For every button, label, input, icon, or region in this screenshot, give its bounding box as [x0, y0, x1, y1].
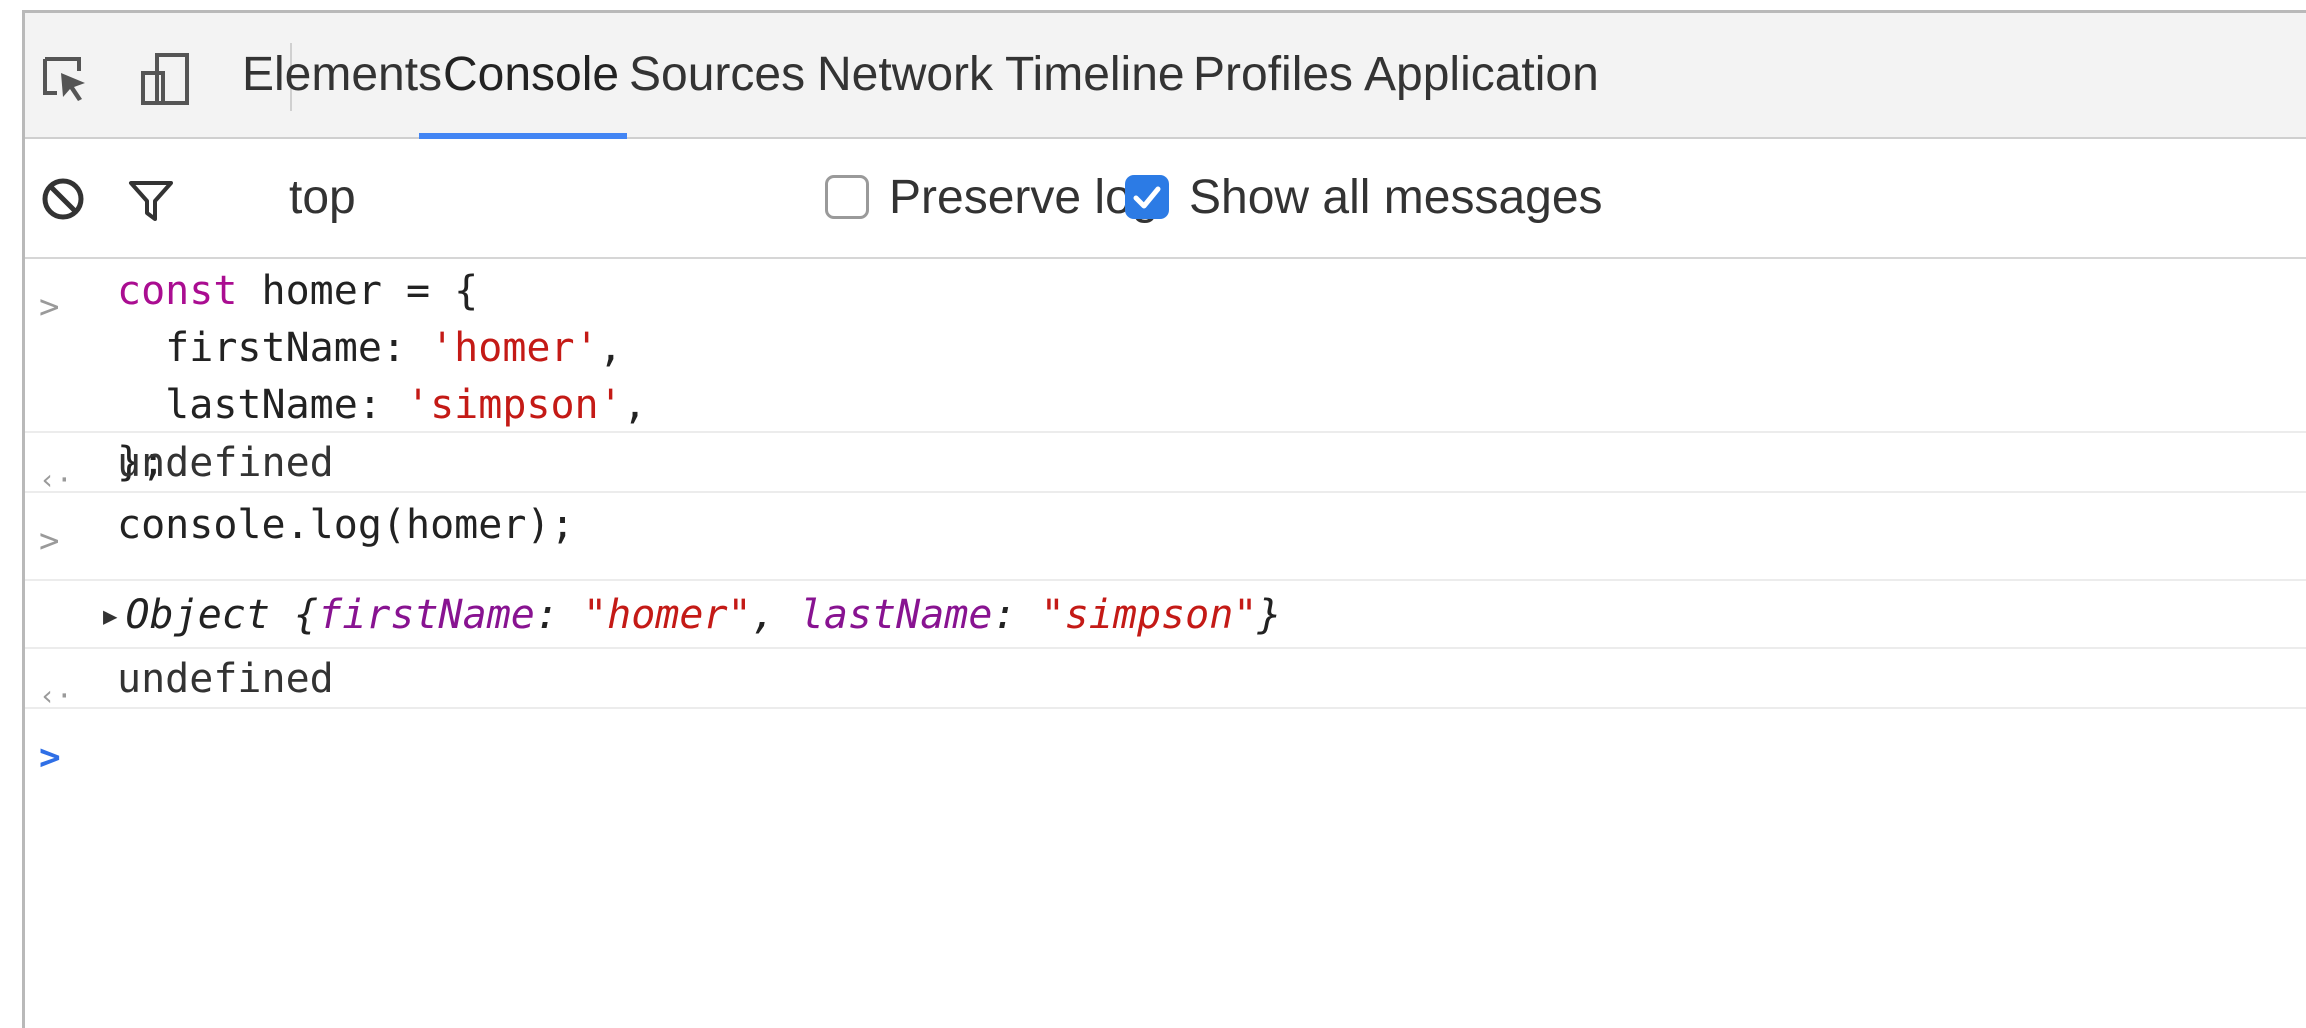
code-token: homer = {: [237, 268, 479, 314]
object-token: }: [1257, 592, 1282, 638]
log-output[interactable]: ▶ Object {firstName: "homer", lastName: "…: [103, 587, 1281, 645]
code-line: const homer = {: [117, 263, 647, 320]
show-all-messages-label[interactable]: Show all messages: [1189, 139, 1603, 257]
object-token: firstName: [318, 592, 535, 638]
tab-network[interactable]: Network: [817, 13, 993, 137]
input-code[interactable]: console.log(homer);: [117, 497, 575, 554]
preserve-log-checkbox[interactable]: [825, 175, 869, 219]
code-token: 'simpson': [405, 382, 623, 428]
console-result-row: ‹· undefined: [25, 647, 2306, 712]
active-prompt-icon: >: [39, 737, 61, 778]
result-text: undefined: [117, 656, 334, 702]
input-prompt-icon: >: [39, 521, 60, 561]
object-type-label: Object: [125, 592, 270, 638]
device-toolbar-icon[interactable]: [135, 49, 195, 109]
code-token: lastName:: [117, 382, 406, 428]
console-input-field[interactable]: [117, 729, 2286, 786]
preserve-log-label[interactable]: Preserve log: [889, 139, 1158, 257]
code-line: console.log(homer);: [117, 497, 575, 554]
tab-elements[interactable]: Elements: [242, 13, 442, 137]
clear-console-icon[interactable]: [33, 169, 93, 229]
code-token: 'homer': [430, 325, 599, 371]
show-all-messages-checkbox[interactable]: [1125, 175, 1169, 219]
input-prompt-icon: >: [39, 287, 60, 327]
result-value[interactable]: undefined: [117, 651, 334, 708]
result-value[interactable]: undefined: [117, 435, 334, 492]
code-token: firstName:: [117, 325, 431, 371]
object-preview: Object {firstName: "homer", lastName: "s…: [125, 592, 1281, 638]
object-token: "homer": [583, 592, 752, 638]
console-input-row: > const homer = { firstName: 'homer', las…: [25, 259, 2306, 485]
code-token: ,: [622, 382, 647, 428]
execution-context-select[interactable]: top: [289, 139, 356, 257]
result-arrow-icon: ‹·: [39, 679, 73, 712]
expand-triangle-icon[interactable]: ▶: [103, 602, 117, 630]
tab-application[interactable]: Application: [1364, 13, 1599, 137]
code-token: const: [117, 268, 238, 314]
inspect-element-icon[interactable]: [35, 49, 95, 109]
object-token: :: [992, 592, 1041, 638]
console-result-row: ‹· undefined: [25, 431, 2306, 496]
console-input-row: > console.log(homer);: [25, 493, 2306, 581]
object-token: {: [269, 592, 319, 638]
console-toolbar: top ▼ Preserve log Show all messages: [25, 139, 2306, 259]
devtools-window: Elements Console Sources Network Timeline Pro…: [22, 10, 2306, 1028]
object-token: :: [534, 592, 584, 638]
object-token: "simpson": [1040, 592, 1258, 638]
tab-console[interactable]: Console: [443, 13, 619, 137]
object-token: ,: [751, 592, 800, 638]
tab-timeline[interactable]: Timeline: [1005, 13, 1185, 137]
result-text: undefined: [117, 440, 334, 486]
console-log-row: ▶ Object {firstName: "homer", lastName: "…: [25, 579, 2306, 649]
code-token: console.log(homer);: [117, 502, 575, 548]
devtools-tab-bar: Elements Console Sources Network Timeline Pro…: [25, 13, 2306, 139]
console-output: > const homer = { firstName: 'homer', las…: [25, 259, 2306, 1028]
object-token: lastName: [799, 592, 993, 638]
filter-icon[interactable]: [121, 169, 181, 229]
tab-sources[interactable]: Sources: [629, 13, 805, 137]
code-line: firstName: 'homer',: [117, 320, 647, 377]
checkmark-icon: [1133, 186, 1161, 209]
tab-profiles[interactable]: Profiles: [1193, 13, 1353, 137]
code-line: lastName: 'simpson',: [117, 377, 647, 434]
code-token: ,: [598, 325, 623, 371]
